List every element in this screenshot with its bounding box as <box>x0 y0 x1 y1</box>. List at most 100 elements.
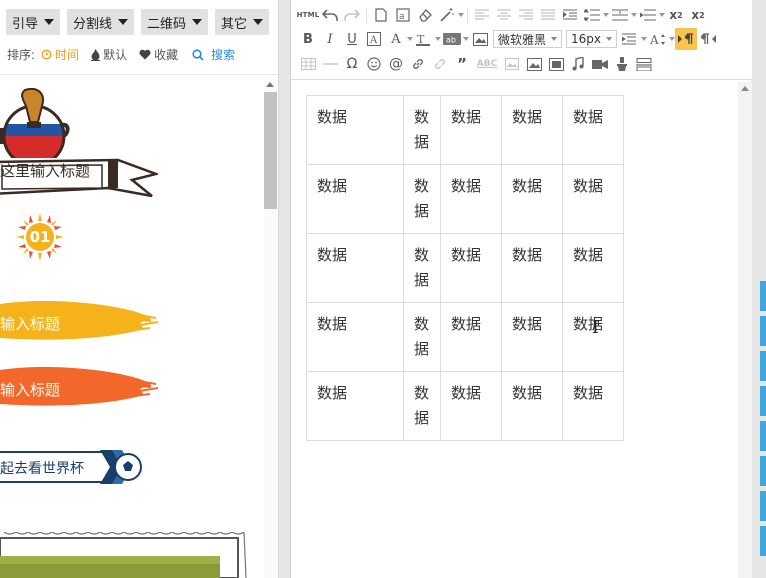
table-cell[interactable]: 数据 <box>440 95 502 165</box>
font-family-select[interactable]: 微软雅黑 <box>493 30 563 48</box>
table-cell[interactable]: 数据 <box>306 233 404 303</box>
image-style-button[interactable] <box>469 28 491 50</box>
separator <box>366 7 367 23</box>
align-left-button[interactable] <box>471 4 493 26</box>
line-height-button[interactable] <box>581 4 603 26</box>
table-cell[interactable]: 数据 <box>562 233 624 303</box>
category-divider-dropdown[interactable]: 分割线 <box>67 9 135 35</box>
side-tab[interactable] <box>760 316 766 346</box>
table-cell[interactable]: 数据 <box>440 371 502 441</box>
page-break-button[interactable] <box>633 53 655 75</box>
table-cell[interactable]: 数据 <box>440 233 502 303</box>
table-cell[interactable]: 数据 <box>501 95 563 165</box>
table-cell[interactable]: 数据 <box>306 164 404 234</box>
content-table[interactable]: 数据 数据 数据 数据 数据 数据 数据 数据 数据 数据 数据 数据 数据 数… <box>306 95 624 441</box>
table-cell[interactable]: 数据 <box>440 302 502 372</box>
insert-table-button[interactable] <box>297 53 319 75</box>
scroll-up-arrow[interactable] <box>266 82 274 87</box>
horizontal-rule-button[interactable] <box>319 53 341 75</box>
eraser-button[interactable] <box>414 4 436 26</box>
smiley-icon <box>367 57 381 71</box>
side-tab[interactable] <box>760 421 766 451</box>
subscript-button[interactable]: x2 <box>687 4 709 26</box>
video-button[interactable] <box>589 53 611 75</box>
table-cell[interactable]: 数据 <box>501 302 563 372</box>
abc-style-button[interactable]: ab <box>441 28 463 50</box>
rtl-direction-button[interactable] <box>697 28 719 50</box>
side-tab[interactable] <box>760 351 766 381</box>
emotion-button[interactable] <box>363 53 385 75</box>
spellcheck-button[interactable]: ABC <box>473 53 501 75</box>
image-align-button[interactable] <box>501 53 523 75</box>
font-case-button[interactable]: A <box>647 28 669 50</box>
side-tab[interactable] <box>760 386 766 416</box>
format-brush-button[interactable] <box>436 4 458 26</box>
table-cell[interactable]: 数据 <box>306 371 404 441</box>
special-char-button[interactable]: Ω <box>341 53 363 75</box>
side-tab[interactable] <box>760 491 766 521</box>
side-tab[interactable] <box>760 526 766 556</box>
table-cell[interactable]: 数据 <box>306 95 404 165</box>
multi-image-button[interactable] <box>545 53 567 75</box>
underline-button[interactable]: U <box>341 28 363 50</box>
sort-by-time[interactable]: 时间 <box>41 46 79 63</box>
table-cell[interactable]: 数据 <box>501 164 563 234</box>
photo-frame-template[interactable] <box>0 532 248 578</box>
table-cell[interactable]: 数据 <box>306 302 404 372</box>
side-tab[interactable] <box>760 456 766 486</box>
category-other-dropdown[interactable]: 其它 <box>215 9 270 35</box>
table-cell[interactable]: 数据 <box>403 233 441 303</box>
search-label: 搜索 <box>211 48 236 62</box>
new-doc-button[interactable] <box>370 4 392 26</box>
insert-image-button[interactable] <box>523 53 545 75</box>
align-right-button[interactable] <box>515 4 537 26</box>
row-spacing-button[interactable] <box>619 28 641 50</box>
bold-button[interactable]: B <box>297 28 319 50</box>
table-cell[interactable]: 数据 <box>501 371 563 441</box>
font-border-button[interactable]: A <box>363 28 385 50</box>
ltr-direction-button[interactable] <box>675 28 698 50</box>
indent-button[interactable] <box>559 4 581 26</box>
table-cell[interactable]: 数据 <box>562 371 624 441</box>
redo-button[interactable] <box>341 4 363 26</box>
table-cell[interactable]: 数据 <box>440 164 502 234</box>
template-panel: 引导 分割线 二维码 其它 排序: 时间 默认 收藏 搜索 这里输入标题 01 … <box>0 0 279 578</box>
table-cell[interactable]: 数据 <box>562 95 624 165</box>
table-cell[interactable]: 数据 <box>501 233 563 303</box>
scroll-up-arrow[interactable] <box>741 86 749 91</box>
table-cell[interactable]: 数据 <box>403 164 441 234</box>
sort-by-favorite[interactable]: 收藏 <box>139 46 178 63</box>
blockquote-button[interactable]: ” <box>451 53 473 75</box>
template-scroll-thumb[interactable] <box>264 92 277 209</box>
side-tab[interactable] <box>760 281 766 311</box>
sort-by-default[interactable]: 默认 <box>91 46 127 63</box>
align-center-button[interactable] <box>493 4 515 26</box>
link-button[interactable] <box>407 53 429 75</box>
html-source-button[interactable]: HTML <box>297 4 320 26</box>
undo-button[interactable] <box>319 4 341 26</box>
clear-format-button[interactable] <box>611 53 633 75</box>
table-cell[interactable]: 数据 <box>403 371 441 441</box>
letter-spacing-button[interactable] <box>637 4 659 26</box>
editor-scrollbar[interactable] <box>738 82 752 578</box>
unlink-button[interactable] <box>429 53 451 75</box>
category-qrcode-dropdown[interactable]: 二维码 <box>141 9 209 35</box>
italic-button[interactable]: I <box>319 28 341 50</box>
link-icon <box>413 59 423 69</box>
background-color-button[interactable]: T <box>413 28 435 50</box>
mention-button[interactable]: @ <box>385 53 407 75</box>
table-cell[interactable]: 数据 <box>403 302 441 372</box>
font-size-select[interactable]: 16px <box>566 30 618 48</box>
search-button[interactable]: 搜索 <box>192 46 235 63</box>
table-cell[interactable]: 数据 <box>562 164 624 234</box>
brush-orange-text: 输入标题 <box>0 381 61 399</box>
paragraph-spacing-button[interactable] <box>609 4 631 26</box>
paste-text-button[interactable]: a <box>392 4 414 26</box>
category-guide-dropdown[interactable]: 引导 <box>6 9 61 35</box>
trophy-emblem-template[interactable] <box>0 88 70 158</box>
superscript-button[interactable]: x2 <box>665 4 687 26</box>
table-cell[interactable]: 数据 <box>403 95 441 165</box>
align-justify-button[interactable] <box>537 4 559 26</box>
font-color-button[interactable]: A <box>385 28 407 50</box>
music-button[interactable] <box>567 53 589 75</box>
